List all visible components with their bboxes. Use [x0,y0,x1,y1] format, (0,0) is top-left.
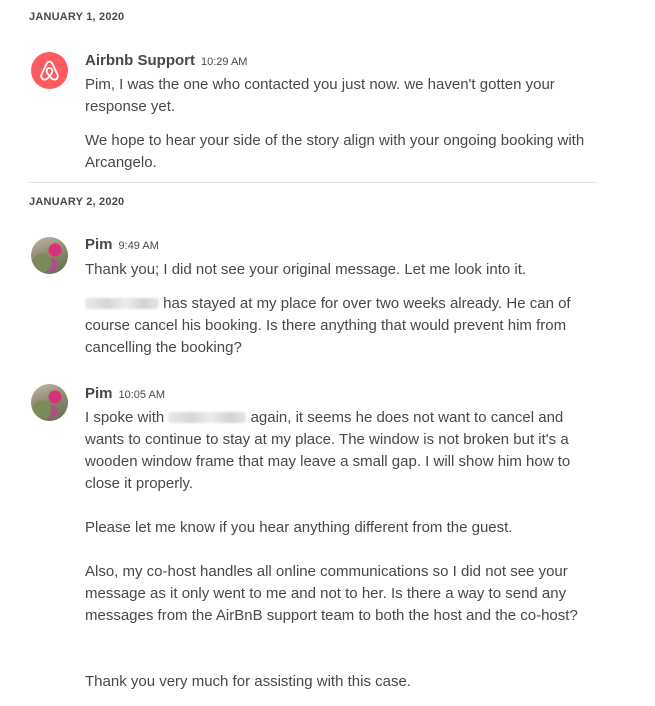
airbnb-support-avatar [31,52,68,89]
message-time: 9:49 AM [118,240,159,252]
message-text: I spoke with [85,409,165,426]
section-divider [29,182,597,183]
date-separator: JANUARY 1, 2020 [29,11,125,23]
user-photo-avatar[interactable] [31,384,68,421]
message-time: 10:05 AM [118,389,165,401]
message-paragraph: I spoke with again, it seems he does not… [85,407,605,495]
message-header: Airbnb Support 10:29 AM [85,52,247,70]
redacted-name [168,412,247,423]
message-paragraph: We hope to hear your side of the story a… [85,132,585,171]
message-paragraph: Please let me know if you hear anything … [85,519,513,536]
user-photo-avatar[interactable] [31,237,68,274]
message-paragraph: Thank you very much for assisting with t… [85,673,411,690]
message-paragraph: has stayed at my place for over two week… [85,293,605,359]
message-header: Pim 9:49 AM [85,236,159,254]
airbnb-logo-icon [40,60,59,81]
message-paragraph: Also, my co-host handles all online comm… [85,563,578,624]
message-time: 10:29 AM [200,56,248,68]
sender-name[interactable]: Airbnb Support [85,52,195,69]
sender-name[interactable]: Pim [85,236,113,253]
sender-name[interactable]: Pim [85,385,113,402]
redacted-name [85,298,159,309]
message-header: Pim 10:05 AM [85,385,165,403]
message-paragraph: Thank you; I did not see your original m… [85,261,527,278]
date-separator: JANUARY 2, 2020 [29,196,125,208]
message-paragraph: Pim, I was the one who contacted you jus… [85,76,555,115]
